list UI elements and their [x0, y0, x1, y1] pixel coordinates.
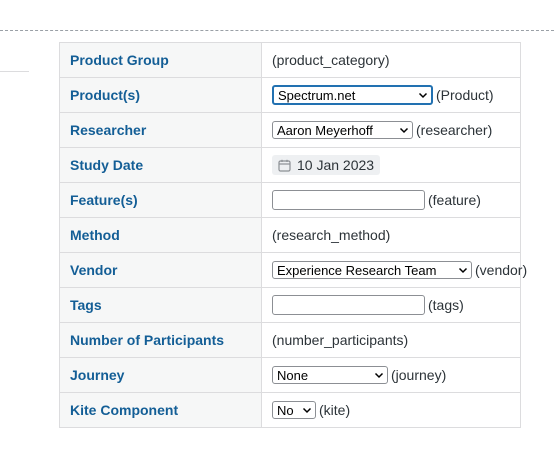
products-suffix: (Product) — [436, 87, 494, 103]
kite-component-select[interactable]: No — [272, 401, 316, 420]
field-label-products: Product(s) — [59, 77, 262, 113]
journey-select[interactable]: None — [272, 366, 388, 385]
table-row: Method (research_method) — [59, 217, 521, 253]
researcher-select-value: Aaron Meyerhoff — [277, 122, 373, 138]
vendor-select-value: Experience Research Team — [277, 262, 437, 278]
chevron-down-icon — [302, 408, 312, 414]
table-row: Researcher Aaron Meyerhoff (researcher) — [59, 112, 521, 148]
field-label-features: Feature(s) — [59, 182, 262, 218]
field-label-product-group: Product Group — [59, 42, 262, 78]
vendor-select[interactable]: Experience Research Team — [272, 261, 472, 280]
features-input[interactable] — [272, 190, 425, 210]
table-row: Vendor Experience Research Team (vendor) — [59, 252, 527, 288]
chevron-down-icon — [374, 373, 384, 379]
chevron-down-icon — [399, 128, 409, 134]
products-select-value: Spectrum.net — [278, 87, 356, 103]
field-label-kite-component: Kite Component — [59, 392, 262, 428]
calendar-icon — [278, 159, 291, 172]
table-row: Feature(s) (feature) — [59, 182, 521, 218]
table-row: Product(s) Spectrum.net (Product) — [59, 77, 521, 113]
method-value: (research_method) — [261, 217, 521, 253]
features-suffix: (feature) — [428, 192, 481, 208]
study-date-picker[interactable]: 10 Jan 2023 — [272, 155, 381, 175]
page-separator — [0, 30, 554, 31]
product-group-value: (product_category) — [261, 42, 521, 78]
field-label-tags: Tags — [59, 287, 262, 323]
tags-input[interactable] — [272, 295, 425, 315]
researcher-suffix: (researcher) — [416, 122, 493, 139]
field-label-researcher: Researcher — [59, 112, 262, 148]
chevron-down-icon — [418, 92, 428, 99]
field-label-vendor: Vendor — [59, 252, 262, 288]
sidebar-divider — [0, 71, 29, 72]
field-label-method: Method — [59, 217, 262, 253]
study-fields-table: Product Group (product_category) Product… — [59, 42, 527, 428]
table-row: Product Group (product_category) — [59, 42, 521, 78]
journey-select-value: None — [277, 367, 309, 383]
chevron-down-icon — [458, 268, 468, 274]
vendor-suffix: (vendor) — [475, 262, 528, 279]
journey-suffix: (journey) — [391, 367, 447, 384]
products-select[interactable]: Spectrum.net — [272, 85, 433, 105]
table-row: Number of Participants (number_participa… — [59, 322, 521, 358]
participants-value: (number_participants) — [261, 322, 521, 358]
field-label-journey: Journey — [59, 357, 262, 393]
table-row: Study Date 10 Jan 2023 — [59, 147, 521, 183]
kite-component-suffix: (kite) — [319, 402, 351, 419]
kite-component-select-value: No — [277, 402, 294, 418]
table-row: Tags (tags) — [59, 287, 521, 323]
tags-suffix: (tags) — [428, 297, 464, 313]
table-row: Journey None (journey) — [59, 357, 521, 393]
field-label-study-date: Study Date — [59, 147, 262, 183]
field-label-participants: Number of Participants — [59, 322, 262, 358]
study-date-value: 10 Jan 2023 — [297, 157, 375, 173]
researcher-select[interactable]: Aaron Meyerhoff — [272, 121, 413, 140]
table-row: Kite Component No (kite) — [59, 392, 521, 428]
